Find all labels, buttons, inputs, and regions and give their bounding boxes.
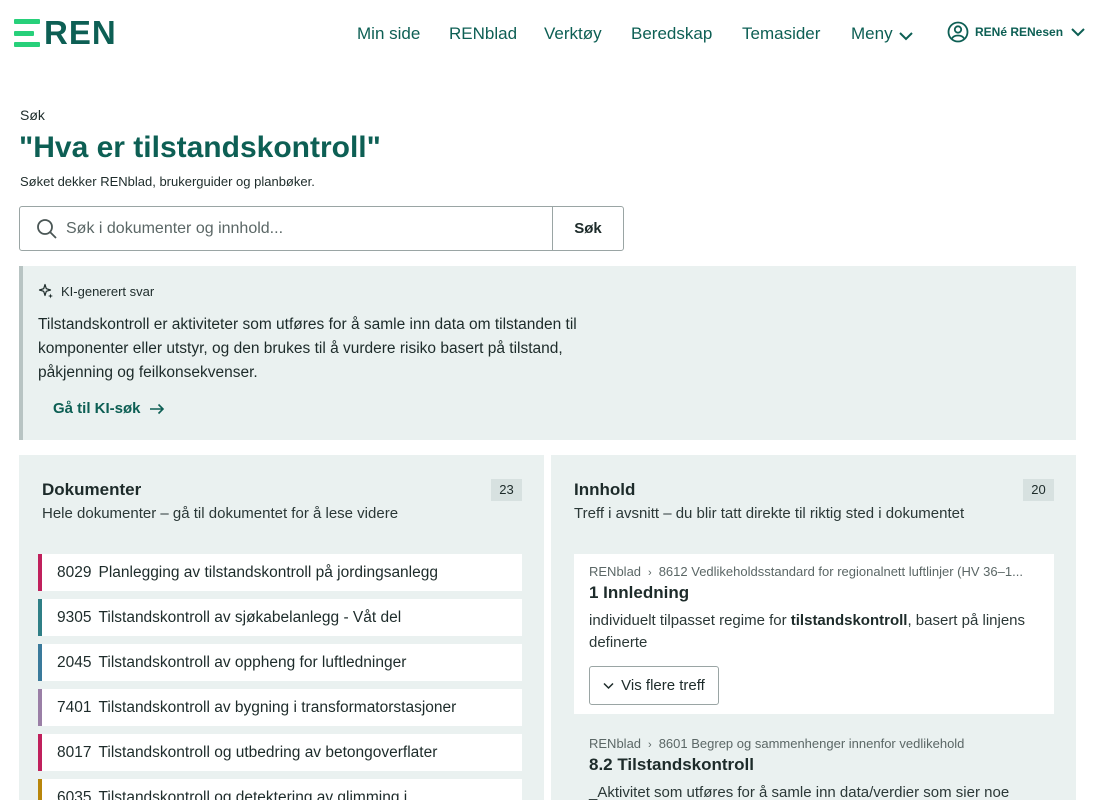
ai-search-link-label: Gå til KI-søk (53, 400, 141, 417)
nav-item-beredskap[interactable]: Beredskap (631, 22, 712, 46)
content-panel: Innhold Treff i avsnitt – du blir tatt d… (551, 455, 1076, 800)
document-item[interactable]: 2045 Tilstandskontroll av oppheng for lu… (38, 644, 522, 681)
document-number: 9305 (57, 608, 92, 626)
chevron-down-icon (898, 32, 913, 41)
document-name: Tilstandskontroll og detektering av glim… (98, 788, 408, 800)
search-scope-text: Søket dekker RENblad, brukerguider og pl… (20, 174, 315, 189)
document-item[interactable]: 8029 Planlegging av tilstandskontroll på… (38, 554, 522, 591)
user-avatar-icon (947, 21, 969, 43)
hit-heading[interactable]: 8.2 Tilstandskontroll (589, 755, 754, 775)
ai-answer-box: KI-generert svar Tilstandskontroll er ak… (19, 266, 1076, 440)
document-number: 8029 (57, 563, 92, 581)
content-hit: RENblad › 8612 Vedlikeholdsstandard for re… (574, 554, 1054, 714)
nav-item-min-side[interactable]: Min side (357, 22, 420, 46)
document-item[interactable]: 6035 Tilstandskontroll og detektering av… (38, 779, 522, 800)
search-input[interactable] (66, 219, 526, 238)
main-nav: Min side RENblad Verktøy Beredskap Temas… (0, 22, 1103, 46)
document-number: 2045 (57, 653, 92, 671)
chevron-down-icon (1071, 28, 1085, 37)
document-number: 8017 (57, 743, 92, 761)
chevron-right-icon: › (648, 567, 652, 579)
nav-item-meny[interactable]: Meny (851, 22, 913, 46)
snippet-text: individuelt tilpasset regime for (589, 612, 791, 629)
documents-title: Dokumenter (42, 480, 142, 499)
content-count-badge: 20 (1023, 479, 1054, 501)
hit-document[interactable]: 8601 Begrep og sammenhenger innenfor ved… (659, 736, 965, 751)
document-item[interactable]: 8017 Tilstandskontroll og utbedring av b… (38, 734, 522, 771)
hit-snippet: individuelt tilpasset regime for tilstan… (589, 610, 1039, 654)
hit-document[interactable]: 8612 Vedlikeholdsstandard for regionalne… (659, 564, 1023, 579)
search-icon (37, 218, 57, 239)
document-name: Planlegging av tilstandskontroll på jord… (98, 563, 438, 581)
hit-breadcrumb: RENblad › 8612 Vedlikeholdsstandard for re… (589, 564, 1039, 579)
nav-item-meny-label: Meny (851, 24, 893, 43)
chevron-right-icon: › (648, 739, 652, 751)
content-title: Innhold (574, 480, 636, 499)
nav-item-temasider[interactable]: Temasider (742, 22, 820, 46)
sparkle-icon (38, 283, 53, 299)
document-name: Tilstandskontroll og utbedring av betong… (98, 743, 438, 761)
ai-tag-label: KI-generert svar (61, 283, 155, 299)
show-more-hits-label: Vis flere treff (621, 677, 705, 694)
user-name: RENé RENesen (975, 25, 1064, 39)
page-title: "Hva er tilstandskontroll" (19, 131, 381, 164)
documents-list: 8029 Planlegging av tilstandskontroll på… (38, 554, 522, 800)
search-field[interactable] (19, 206, 553, 251)
document-name: Tilstandskontroll av sjøkabelanlegg - Vå… (98, 608, 402, 626)
documents-panel: Dokumenter Hele dokumenter – gå til doku… (19, 455, 544, 800)
document-number: 6035 (57, 788, 92, 800)
nav-item-verktoy[interactable]: Verktøy (544, 22, 602, 46)
show-more-hits-button[interactable]: Vis flere treff (589, 666, 719, 705)
content-hit: RENblad › 8601 Begrep og sammenhenger inne… (574, 726, 1054, 800)
hit-source[interactable]: RENblad (589, 564, 641, 579)
documents-count-badge: 23 (491, 479, 522, 501)
nav-item-renblad[interactable]: RENblad (449, 22, 517, 46)
document-item[interactable]: 7401 Tilstandskontroll av bygning i tran… (38, 689, 522, 726)
document-name: Tilstandskontroll av oppheng for luftled… (98, 653, 407, 671)
content-subtitle: Treff i avsnitt – du blir tatt direkte t… (574, 505, 965, 522)
ai-search-link[interactable]: Gå til KI-søk (53, 400, 165, 417)
document-item[interactable]: 9305 Tilstandskontroll av sjøkabelanlegg… (38, 599, 522, 636)
hit-source[interactable]: RENblad (589, 736, 641, 751)
ai-answer-text: Tilstandskontroll er aktiviteter som utf… (38, 316, 577, 381)
breadcrumb[interactable]: Søk (20, 107, 45, 123)
site-header: REN Min side RENblad Verktøy Beredskap T… (0, 0, 1103, 68)
documents-subtitle: Hele dokumenter – gå til dokumentet for … (42, 505, 399, 522)
document-name: Tilstandskontroll av bygning i transform… (98, 698, 457, 716)
user-menu[interactable]: RENé RENesen (947, 21, 1085, 43)
arrow-right-icon (149, 403, 164, 414)
search-button[interactable]: Søk (552, 206, 624, 251)
document-number: 7401 (57, 698, 92, 716)
hit-breadcrumb: RENblad › 8601 Begrep og sammenhenger inne… (589, 736, 1039, 751)
snippet-highlight: tilstandskontroll (790, 612, 908, 629)
hit-snippet: _Aktivitet som utføres for å samle inn d… (589, 784, 1010, 800)
hit-heading[interactable]: 1 Innledning (589, 583, 689, 603)
ai-tag: KI-generert svar (38, 283, 154, 299)
chevron-down-icon (603, 682, 614, 689)
